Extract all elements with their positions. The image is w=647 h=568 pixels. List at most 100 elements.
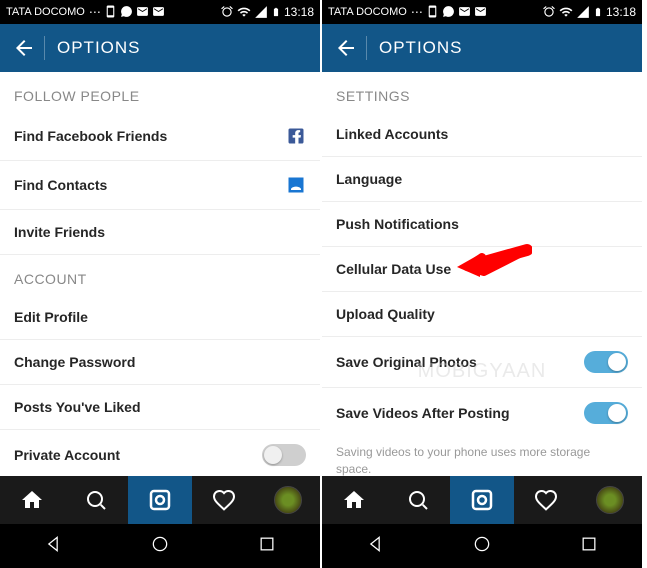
item-label: Change Password bbox=[14, 354, 135, 370]
status-notification-icons: ⋯ bbox=[89, 5, 165, 19]
item-label: Push Notifications bbox=[336, 216, 459, 232]
item-label: Save Videos After Posting bbox=[336, 405, 510, 421]
tab-profile[interactable] bbox=[256, 476, 320, 524]
android-nav-bar bbox=[322, 524, 642, 568]
tab-bar bbox=[0, 476, 320, 524]
tab-search[interactable] bbox=[386, 476, 450, 524]
header-title: OPTIONS bbox=[57, 38, 141, 58]
invite-friends-item[interactable]: Invite Friends bbox=[0, 210, 320, 255]
item-label: Edit Profile bbox=[14, 309, 88, 325]
carrier-label: TATA DOCOMO bbox=[6, 6, 85, 18]
tab-search[interactable] bbox=[64, 476, 128, 524]
header: OPTIONS bbox=[0, 24, 320, 72]
phone-icon bbox=[426, 5, 439, 18]
tab-profile[interactable] bbox=[578, 476, 642, 524]
carrier-label: TATA DOCOMO bbox=[328, 6, 407, 18]
more-icon: ⋯ bbox=[89, 5, 101, 19]
private-account-item[interactable]: Private Account bbox=[0, 430, 320, 476]
change-password-item[interactable]: Change Password bbox=[0, 340, 320, 385]
more-icon: ⋯ bbox=[411, 5, 423, 19]
nav-recent[interactable] bbox=[579, 534, 599, 559]
item-label: Upload Quality bbox=[336, 306, 435, 322]
tab-activity[interactable] bbox=[192, 476, 256, 524]
avatar-icon bbox=[596, 486, 624, 514]
back-arrow-icon bbox=[334, 36, 358, 60]
item-label: Private Account bbox=[14, 447, 120, 463]
tab-home[interactable] bbox=[0, 476, 64, 524]
avatar-icon bbox=[274, 486, 302, 514]
tab-activity[interactable] bbox=[514, 476, 578, 524]
section-settings: SETTINGS bbox=[322, 72, 642, 112]
item-label: Cellular Data Use bbox=[336, 261, 451, 277]
nav-back[interactable] bbox=[365, 534, 385, 559]
status-bar: TATA DOCOMO ⋯ 13:18 bbox=[0, 0, 320, 24]
language-item[interactable]: Language bbox=[322, 157, 642, 202]
tab-home[interactable] bbox=[322, 476, 386, 524]
nav-recent[interactable] bbox=[257, 534, 277, 559]
nav-home[interactable] bbox=[150, 534, 170, 559]
square-recent-icon bbox=[579, 534, 599, 554]
nav-back[interactable] bbox=[43, 534, 63, 559]
triangle-back-icon bbox=[43, 534, 63, 554]
signal-icon bbox=[576, 5, 590, 19]
search-icon bbox=[84, 488, 108, 512]
camera-icon bbox=[470, 488, 494, 512]
edit-profile-item[interactable]: Edit Profile bbox=[0, 295, 320, 340]
home-icon bbox=[342, 488, 366, 512]
time-label: 13:18 bbox=[606, 5, 636, 19]
mail-icon-2 bbox=[474, 5, 487, 18]
nav-home[interactable] bbox=[472, 534, 492, 559]
upload-quality-item[interactable]: Upload Quality bbox=[322, 292, 642, 337]
save-videos-item[interactable]: Save Videos After Posting bbox=[322, 388, 642, 438]
battery-icon bbox=[593, 5, 603, 19]
wifi-icon bbox=[559, 5, 573, 19]
facebook-icon bbox=[286, 126, 306, 146]
right-screen: TATA DOCOMO ⋯ 13:18 OPTIONS SETTINGS L bbox=[322, 0, 644, 568]
android-nav-bar bbox=[0, 524, 320, 568]
header-divider bbox=[366, 36, 367, 60]
back-button[interactable] bbox=[12, 36, 36, 60]
section-follow-people: FOLLOW PEOPLE bbox=[0, 72, 320, 112]
save-original-toggle[interactable] bbox=[584, 351, 628, 373]
phone-icon bbox=[104, 5, 117, 18]
linked-accounts-item[interactable]: Linked Accounts bbox=[322, 112, 642, 157]
save-videos-toggle[interactable] bbox=[584, 402, 628, 424]
contact-icon bbox=[286, 175, 306, 195]
private-account-toggle[interactable] bbox=[262, 444, 306, 466]
left-screen: TATA DOCOMO ⋯ 13:18 OPTIONS FOLLOW PEOPL… bbox=[0, 0, 322, 568]
item-label: Linked Accounts bbox=[336, 126, 448, 142]
whatsapp-icon bbox=[120, 5, 133, 18]
time-label: 13:18 bbox=[284, 5, 314, 19]
back-button[interactable] bbox=[334, 36, 358, 60]
alarm-icon bbox=[542, 5, 556, 19]
mail-icon-2 bbox=[152, 5, 165, 18]
header-title: OPTIONS bbox=[379, 38, 463, 58]
wifi-icon bbox=[237, 5, 251, 19]
whatsapp-icon bbox=[442, 5, 455, 18]
find-contacts-item[interactable]: Find Contacts bbox=[0, 161, 320, 210]
square-recent-icon bbox=[257, 534, 277, 554]
circle-home-icon bbox=[472, 534, 492, 554]
arrow-annotation-icon bbox=[452, 242, 532, 282]
tab-camera[interactable] bbox=[450, 476, 514, 524]
save-original-photos-item[interactable]: Save Original Photos bbox=[322, 337, 642, 388]
header-divider bbox=[44, 36, 45, 60]
tab-bar bbox=[322, 476, 642, 524]
push-notifications-item[interactable]: Push Notifications bbox=[322, 202, 642, 247]
content-area: FOLLOW PEOPLE Find Facebook Friends Find… bbox=[0, 72, 320, 476]
content-area: SETTINGS Linked Accounts Language Push N… bbox=[322, 72, 642, 476]
cellular-data-use-item[interactable]: Cellular Data Use bbox=[322, 247, 642, 292]
home-icon bbox=[20, 488, 44, 512]
mail-icon bbox=[458, 5, 471, 18]
heart-icon bbox=[212, 488, 236, 512]
find-facebook-friends-item[interactable]: Find Facebook Friends bbox=[0, 112, 320, 161]
save-videos-subtext: Saving videos to your phone uses more st… bbox=[322, 438, 642, 476]
item-label: Find Facebook Friends bbox=[14, 128, 167, 144]
item-label: Save Original Photos bbox=[336, 354, 477, 370]
tab-camera[interactable] bbox=[128, 476, 192, 524]
item-label: Find Contacts bbox=[14, 177, 107, 193]
item-label: Posts You've Liked bbox=[14, 399, 141, 415]
triangle-back-icon bbox=[365, 534, 385, 554]
posts-liked-item[interactable]: Posts You've Liked bbox=[0, 385, 320, 430]
status-bar: TATA DOCOMO ⋯ 13:18 bbox=[322, 0, 642, 24]
